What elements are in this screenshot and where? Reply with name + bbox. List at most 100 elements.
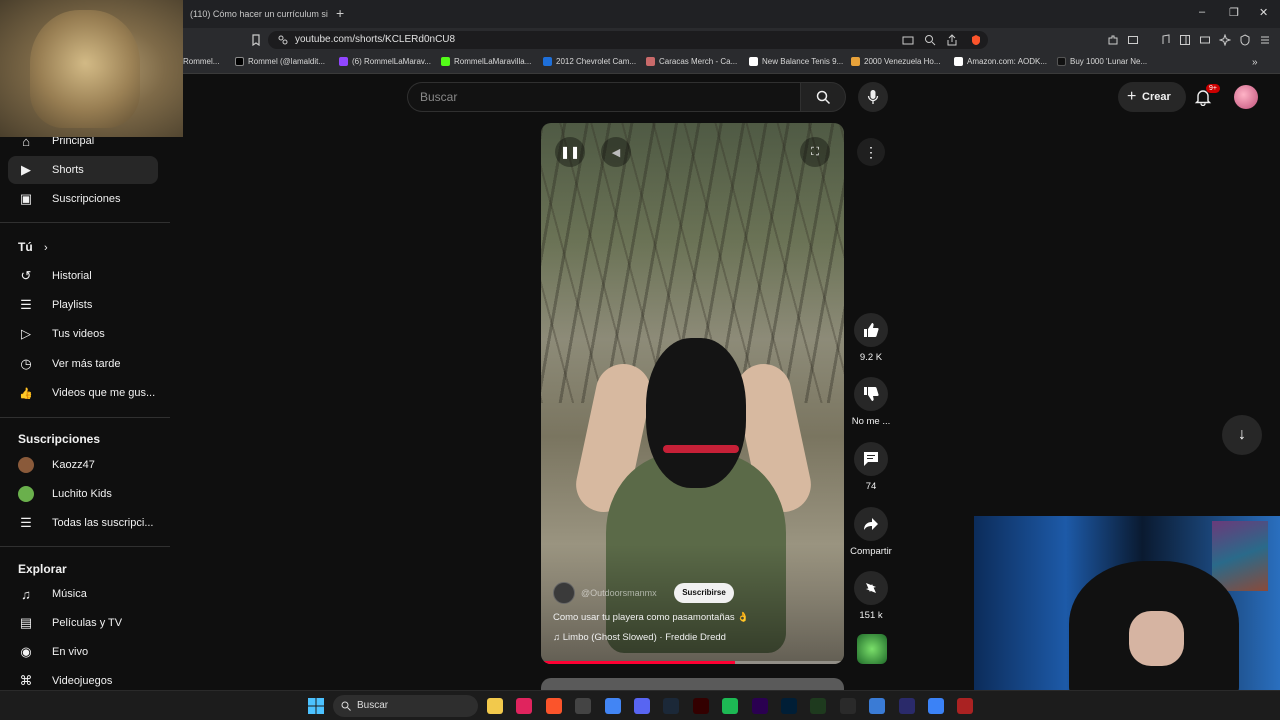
media-icon[interactable] [1159,34,1171,46]
sidebar-item-label: Videos que me gus... [52,387,156,399]
sidebar-toggle-icon[interactable] [1179,34,1191,46]
illustrator-icon[interactable] [692,698,709,714]
new-balance-icon [749,57,758,66]
you-section-header[interactable]: Tú › [18,240,48,254]
bookmark-item[interactable]: Rommel... [183,57,219,66]
webcam-overlay-topleft [0,0,183,137]
search-icon [816,90,831,105]
new-tab-button[interactable]: + [336,5,344,21]
bookmark-item[interactable]: Amazon.com: AODK... [954,57,1047,66]
sidebar-item-label: Películas y TV [52,617,123,629]
browser-tab[interactable]: (110) Cómo hacer un currículum si n… [183,4,328,24]
volume-icon[interactable]: ◀ [601,137,631,167]
webcam-overlay-bottomright [974,516,1280,690]
sidebar-item-watch-later[interactable]: ◷ Ver más tarde [8,350,158,378]
sidebar-item-music[interactable]: ♫ Música [8,580,158,608]
remix-button[interactable] [854,571,888,605]
plus-icon: + [1127,88,1137,105]
bookmark-item[interactable]: New Balance Tenis 9... [749,57,843,66]
sidebar-item-your-videos[interactable]: ▷ Tus videos [8,320,158,348]
pause-icon[interactable]: ❚❚ [555,137,585,167]
sidebar-item-history[interactable]: ↺ Historial [8,262,158,290]
more-options-icon[interactable]: ⋮ [857,138,885,166]
wallet-card-icon[interactable] [1199,34,1211,46]
bookmark-item[interactable]: Caracas Merch - Ca... [646,57,737,66]
spotify-icon[interactable] [722,698,739,714]
url-field[interactable]: youtube.com/shorts/KCLERd0nCU8 [268,31,988,49]
sidebar-item-movies[interactable]: ▤ Películas y TV [8,609,158,637]
premiere-icon[interactable] [751,698,768,714]
zoom-icon[interactable] [924,34,936,46]
wallet-icon[interactable] [1127,34,1139,46]
comments-button[interactable] [854,442,888,476]
create-button[interactable]: + Crear [1118,82,1186,112]
sidebar-item-subscriptions[interactable]: ▣ Suscripciones [8,185,158,213]
bookmark-item[interactable]: 2012 Chevrolet Cam... [543,57,636,66]
bookmark-item[interactable]: Buy 1000 'Lunar Ne... [1057,57,1147,66]
app-a-icon[interactable] [810,698,827,714]
cast-icon[interactable] [902,34,914,46]
leo-ai-icon[interactable] [1219,34,1231,46]
app-blue-icon[interactable] [928,698,944,714]
vpn-shield-icon[interactable] [1239,34,1251,46]
share-button[interactable] [854,507,888,541]
bookmark-icon[interactable] [250,34,262,46]
search-button[interactable] [800,82,846,112]
short-title[interactable]: Como usar tu playera como pasamontañas 👌 [553,612,749,623]
sidebar-item-playlists[interactable]: ☰ Playlists [8,291,158,319]
copilot-icon[interactable] [869,698,886,714]
minimize-icon[interactable]: – [1199,6,1205,18]
taskbar-search[interactable]: Buscar [333,695,478,717]
channel-avatar[interactable] [553,582,575,604]
vpn-icon[interactable] [898,698,915,714]
bookmark-item[interactable]: 2000 Venezuela Ho... [851,57,941,66]
brave-icon[interactable] [545,698,562,714]
sound-thumbnail[interactable] [857,634,887,664]
progress-bar[interactable] [541,661,844,664]
progress-fill [541,661,735,664]
wall-poster [1212,521,1268,591]
app-m-icon[interactable] [575,698,592,714]
account-avatar[interactable] [1234,85,1258,109]
opera-icon[interactable] [516,698,533,714]
like-button[interactable] [854,313,888,347]
chrome-icon[interactable] [604,698,621,714]
sidebar-item-channel[interactable]: Kaozz47 [8,451,158,479]
short-music[interactable]: ♫ Limbo (Ghost Slowed) · Freddie Dredd [553,632,726,643]
sidebar-item-live[interactable]: ◉ En vivo [8,638,158,666]
brave-shields-icon[interactable] [970,34,982,46]
fullscreen-icon[interactable]: ⛶ [800,137,830,167]
bookmark-item[interactable]: Rommel (@lamaldit... [235,57,325,66]
bookmarks-bar: Rommel... Rommel (@lamaldit... (6) Romme… [0,52,1280,74]
microphone-icon [867,90,879,104]
dislike-button[interactable] [854,377,888,411]
bookmark-item[interactable]: RommelLaMaravilla... [441,57,531,66]
voice-search-button[interactable] [858,82,888,112]
share-icon[interactable] [946,34,958,46]
site-icon [1057,57,1066,66]
next-short-button[interactable]: ↓ [1222,415,1262,455]
windows-start-icon[interactable] [308,698,324,714]
extensions-icon[interactable] [1107,34,1119,46]
short-video-player[interactable]: ❚❚ ◀ ⛶ @Outdoorsmanmx Suscribirse Como u… [541,123,844,664]
sidebar-item-channel[interactable]: Luchito Kids [8,480,158,508]
search-input[interactable]: Buscar [407,82,800,112]
more-bookmarks-icon[interactable]: » [1252,57,1258,68]
app-red-icon[interactable] [957,698,974,714]
maximize-icon[interactable]: ❐ [1229,6,1239,19]
photoshop-icon[interactable] [781,698,797,714]
sidebar-item-shorts[interactable]: ▶ Shorts [8,156,158,184]
bookmark-item[interactable]: (6) RommelLaMarav... [339,57,431,66]
steam-icon[interactable] [663,698,680,714]
menu-icon[interactable] [1259,34,1271,46]
app-s-icon[interactable] [839,698,856,714]
subscribe-button[interactable]: Suscribirse [674,583,734,603]
sidebar-item-all-subscriptions[interactable]: ☰ Todas las suscripci... [8,509,158,537]
channel-name[interactable]: @Outdoorsmanmx [581,588,657,598]
sidebar-item-label: Kaozz47 [52,459,95,471]
sidebar-item-liked-videos[interactable]: 👍 Videos que me gus... [8,379,158,407]
file-explorer-icon[interactable] [487,698,503,714]
discord-icon[interactable] [634,698,650,714]
close-icon[interactable]: ✕ [1259,6,1268,19]
site-info-icon[interactable] [277,34,289,46]
